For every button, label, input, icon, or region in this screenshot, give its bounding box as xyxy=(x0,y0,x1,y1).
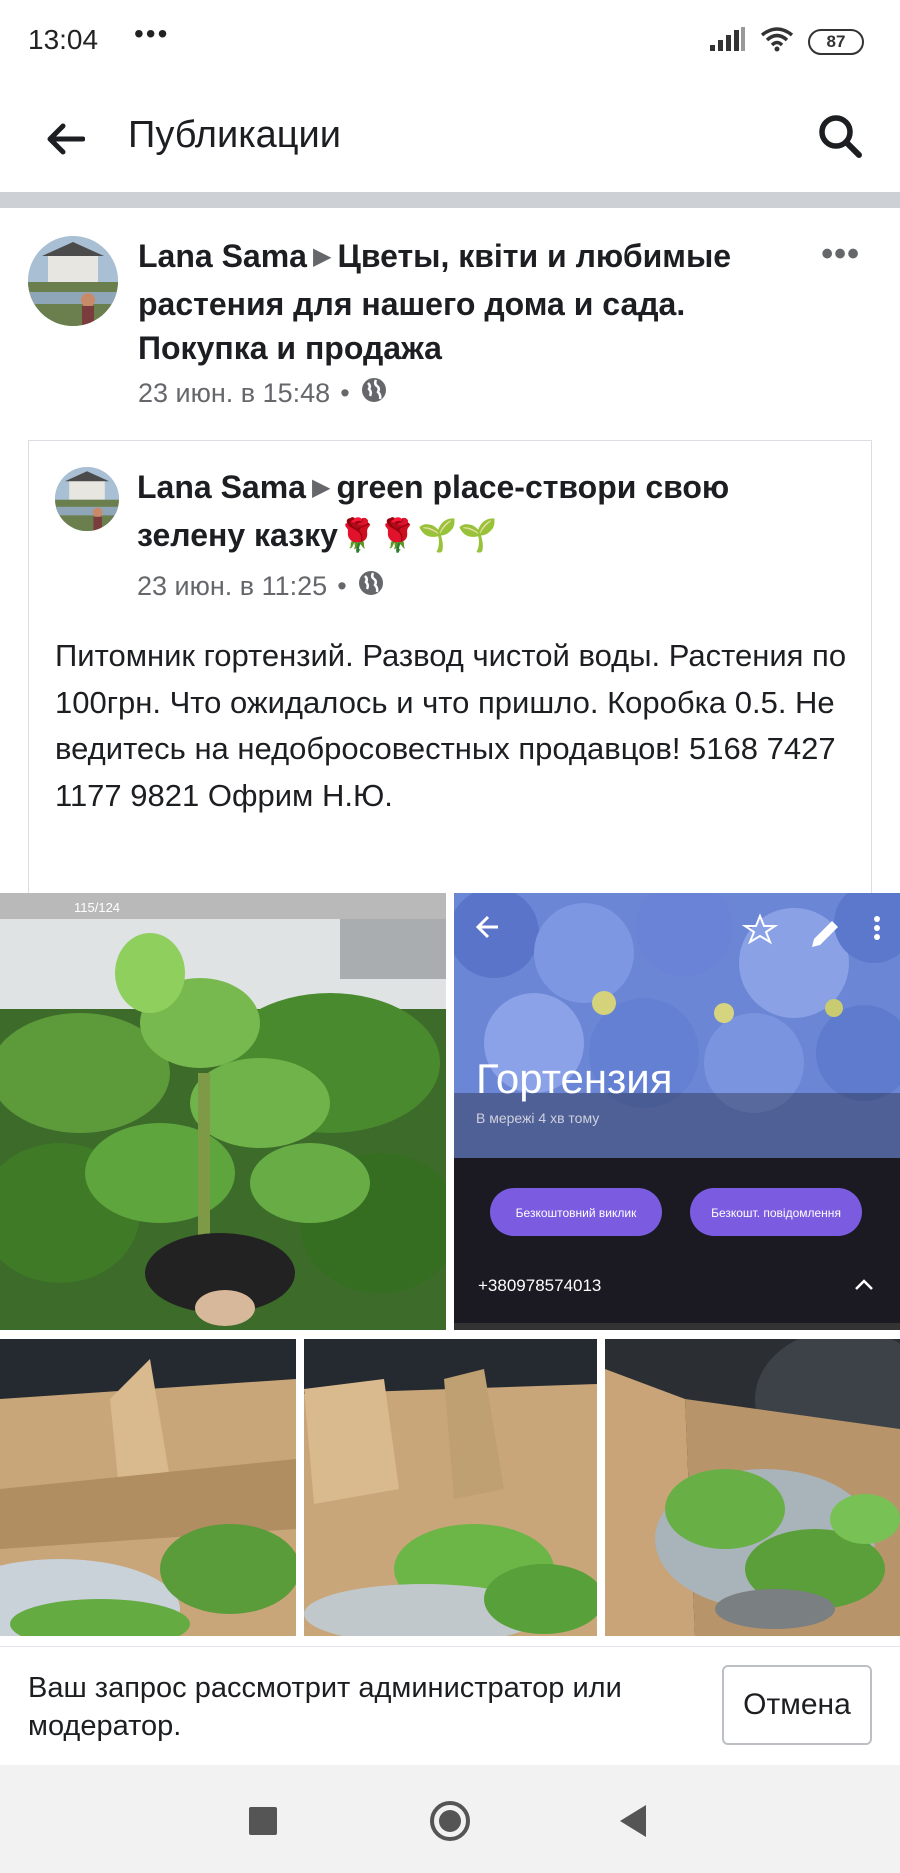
system-back-icon[interactable] xyxy=(620,1805,646,1837)
feed-divider xyxy=(0,192,900,208)
photo-plant-seedlings[interactable]: 115/124 xyxy=(0,893,446,1330)
globe-icon xyxy=(357,569,385,604)
page-title: Публикации xyxy=(128,114,342,156)
photo-box-2[interactable] xyxy=(304,1339,597,1636)
app-header: Публикации xyxy=(0,84,900,192)
free-message-label: Безкошт. повідомлення xyxy=(711,1206,841,1220)
shared-post-header: Lana Sama ▶ green place-створи свою зелену… xyxy=(137,465,837,557)
share-arrow-icon: ▶ xyxy=(312,243,332,270)
avatar-image xyxy=(28,236,118,326)
post-meta: 23 июн. в 15:48 • xyxy=(138,376,388,411)
cancel-button[interactable]: Отмена xyxy=(722,1665,872,1745)
share-arrow-icon: ▶ xyxy=(311,474,331,501)
photo-image xyxy=(304,1339,597,1636)
photo-image xyxy=(0,1339,296,1636)
meta-separator: • xyxy=(337,571,347,601)
notification-dots: ••• xyxy=(134,18,170,49)
post-author[interactable]: Lana Sama xyxy=(138,238,307,274)
contact-name: Гортензия xyxy=(476,1055,673,1102)
status-bar: 13:04 ••• 87 xyxy=(0,0,900,84)
status-time: 13:04 xyxy=(28,24,99,55)
post: Lana Sama ▶ Цветы, квіти и любимые растени… xyxy=(0,208,900,1644)
more-options-button[interactable]: ••• xyxy=(821,237,860,271)
status-icons: 87 xyxy=(710,26,864,57)
photo-image: Гортензия В мережі 4 хв тому Безкоштовни… xyxy=(454,893,900,1330)
back-button[interactable] xyxy=(40,114,90,164)
system-nav-bar xyxy=(0,1765,900,1873)
home-icon[interactable] xyxy=(430,1801,470,1841)
photo-box-1[interactable] xyxy=(0,1339,296,1636)
globe-icon xyxy=(360,376,388,411)
pending-message: Ваш запрос рассмотрит администратор или … xyxy=(28,1672,622,1742)
shared-meta: 23 июн. в 11:25 • xyxy=(137,569,385,604)
shared-time[interactable]: 23 июн. в 11:25 xyxy=(137,571,327,602)
back-arrow-icon xyxy=(47,123,85,155)
photo-image: 115/124 xyxy=(0,893,446,1330)
signal-icon xyxy=(710,27,746,56)
recents-icon[interactable] xyxy=(249,1807,277,1835)
shared-avatar[interactable] xyxy=(55,467,119,531)
pending-approval-bar: Ваш запрос рассмотрит администратор или … xyxy=(0,1646,900,1764)
post-time[interactable]: 23 июн. в 15:48 xyxy=(138,378,330,409)
post-text: Питомник гортензий. Развод чистой воды. … xyxy=(55,638,847,813)
free-call-label: Безкоштовний виклик xyxy=(516,1206,637,1220)
search-icon xyxy=(819,115,862,158)
avatar-image xyxy=(55,467,119,531)
photo-counter: 115/124 xyxy=(74,900,120,915)
search-button[interactable] xyxy=(810,106,870,166)
contact-status: В мережі 4 хв тому xyxy=(476,1110,599,1126)
avatar[interactable] xyxy=(28,236,118,326)
post-header: Lana Sama ▶ Цветы, квіти и любимые растени… xyxy=(138,234,758,370)
battery-indicator: 87 xyxy=(808,28,864,55)
meta-separator: • xyxy=(340,378,350,408)
photo-contact-screenshot[interactable]: Гортензия В мережі 4 хв тому Безкоштовни… xyxy=(454,893,900,1330)
contact-phone: +380978574013 xyxy=(478,1276,601,1295)
photo-box-3[interactable] xyxy=(605,1339,900,1636)
wifi-icon xyxy=(760,26,794,57)
photo-image xyxy=(605,1339,900,1636)
shared-author[interactable]: Lana Sama xyxy=(137,469,306,505)
